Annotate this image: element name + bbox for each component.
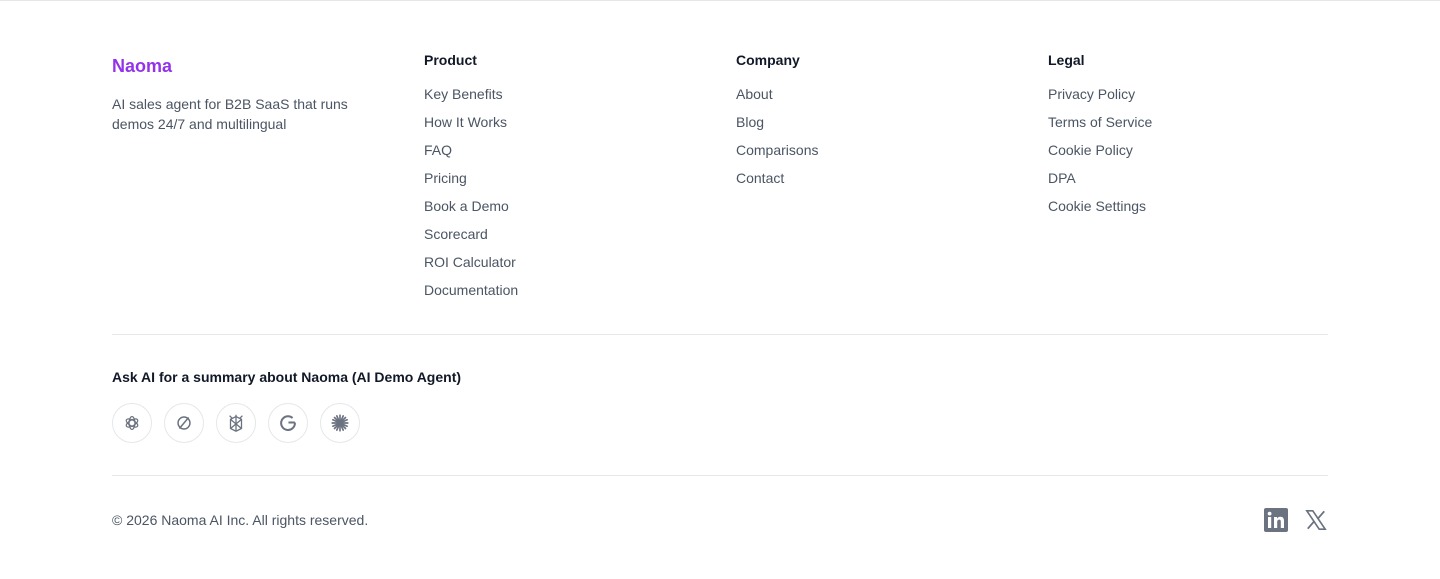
google-button[interactable] [268,403,308,443]
link-contact[interactable]: Contact [736,170,784,186]
grok-button[interactable] [216,403,256,443]
brand-column: Naoma AI sales agent for B2B SaaS that r… [112,51,392,134]
link-comparisons[interactable]: Comparisons [736,142,818,158]
ai-provider-buttons [112,403,360,443]
google-icon [280,415,296,431]
legal-column: Legal Privacy Policy Terms of Service Co… [1048,51,1328,225]
link-terms-of-service[interactable]: Terms of Service [1048,114,1152,130]
product-column-title: Product [424,52,477,68]
copyright-text: © 2026 Naoma AI Inc. All rights reserved… [112,512,369,528]
link-pricing[interactable]: Pricing [424,170,467,186]
social-links [1264,507,1328,533]
link-faq[interactable]: FAQ [424,142,452,158]
claude-button[interactable] [320,403,360,443]
chatgpt-button[interactable] [112,403,152,443]
link-cookie-settings[interactable]: Cookie Settings [1048,198,1146,214]
link-dpa[interactable]: DPA [1048,170,1076,186]
brand-logo-text[interactable]: Naoma [112,54,392,78]
brand-description: AI sales agent for B2B SaaS that runs de… [112,96,348,132]
linkedin-link[interactable] [1264,507,1288,533]
ask-ai-title: Ask AI for a summary about Naoma (AI Dem… [112,369,462,385]
company-column: Company About Blog Comparisons Contact [736,51,1016,197]
legal-links: Privacy Policy Terms of Service Cookie P… [1048,85,1328,225]
link-cookie-policy[interactable]: Cookie Policy [1048,142,1133,158]
link-key-benefits[interactable]: Key Benefits [424,86,503,102]
legal-column-title: Legal [1048,52,1085,68]
company-links: About Blog Comparisons Contact [736,85,1016,197]
link-blog[interactable]: Blog [736,114,764,130]
grok-icon [229,414,243,432]
site-footer: Naoma AI sales agent for B2B SaaS that r… [0,0,1440,579]
product-column: Product Key Benefits How It Works FAQ Pr… [424,51,704,309]
link-book-a-demo[interactable]: Book a Demo [424,198,509,214]
link-privacy-policy[interactable]: Privacy Policy [1048,86,1135,102]
perplexity-icon [177,416,191,430]
claude-icon [331,414,349,432]
divider [112,475,1328,476]
link-roi-calculator[interactable]: ROI Calculator [424,254,516,270]
linkedin-icon [1264,508,1288,532]
divider [112,334,1328,335]
x-icon [1305,510,1327,530]
chatgpt-icon [125,415,139,431]
link-how-it-works[interactable]: How It Works [424,114,507,130]
link-about[interactable]: About [736,86,773,102]
footer-top: Naoma AI sales agent for B2B SaaS that r… [112,51,1328,311]
x-link[interactable] [1304,507,1328,533]
perplexity-button[interactable] [164,403,204,443]
company-column-title: Company [736,52,800,68]
link-scorecard[interactable]: Scorecard [424,226,488,242]
link-documentation[interactable]: Documentation [424,282,518,298]
product-links: Key Benefits How It Works FAQ Pricing Bo… [424,85,704,309]
